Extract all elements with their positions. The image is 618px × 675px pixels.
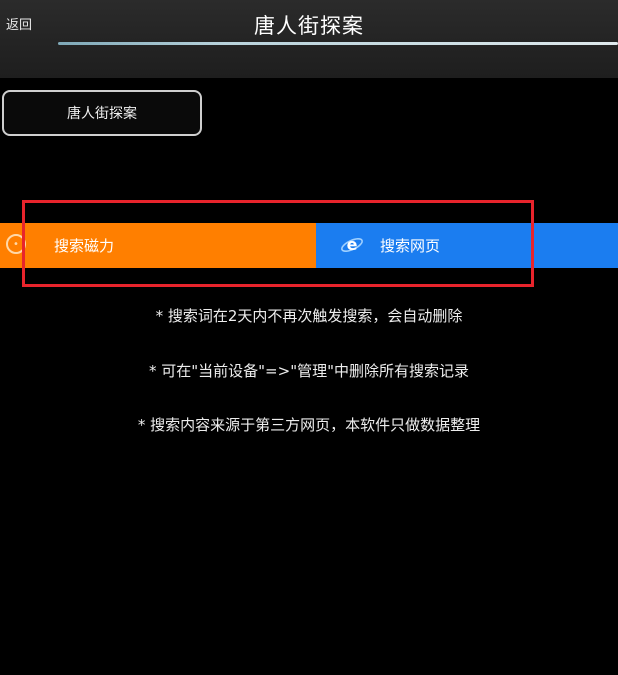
tab-search-web-label: 搜索网页 [380,237,441,255]
tab-search-magnet-label: 搜索磁力 [54,237,115,255]
search-keyword-chip[interactable]: 唐人街探案 [2,90,202,136]
page-title: 唐人街探案 [254,14,364,38]
top-bar: 返回 唐人街探案 [0,0,618,78]
search-tab-row: • 搜索磁力 e 搜索网页 [0,223,618,268]
magnet-icon: • [6,234,26,254]
tab-search-web[interactable]: e 搜索网页 [316,223,618,268]
svg-text:e: e [347,235,358,254]
browser-e-icon: e [340,233,364,257]
info-note-3: * 搜索内容来源于第三方网页，本软件只做数据整理 [137,416,481,434]
tab-search-magnet[interactable]: • 搜索磁力 [0,223,316,268]
info-note-2: * 可在"当前设备"=>"管理"中删除所有搜索记录 [148,362,469,380]
title-underline [58,42,618,45]
info-note-1: * 搜索词在2天内不再次触发搜索，会自动删除 [155,307,463,325]
